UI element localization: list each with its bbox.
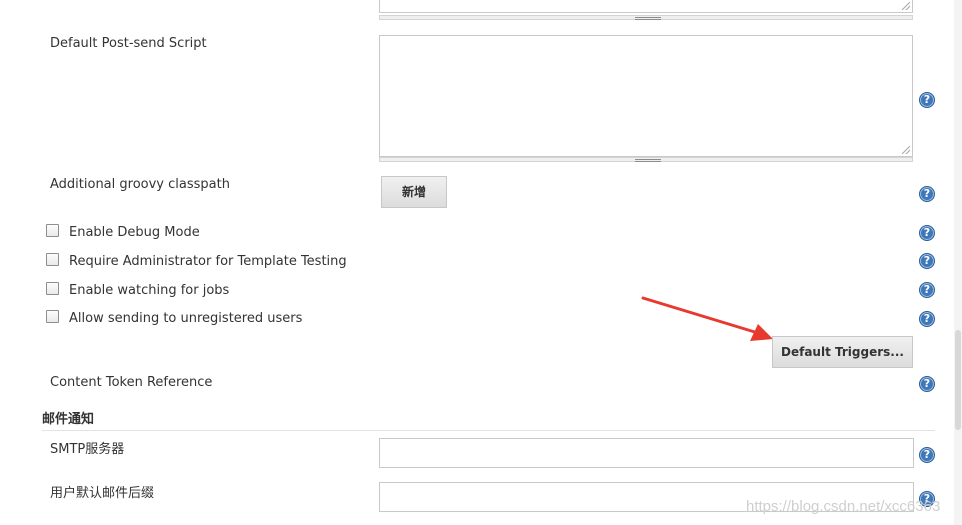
resize-grip-icon[interactable] xyxy=(902,2,910,10)
enable-watching-jobs-label: Enable watching for jobs xyxy=(69,283,230,298)
help-icon[interactable]: ? xyxy=(919,92,935,108)
post-send-script-label: Default Post-send Script xyxy=(50,36,207,51)
require-admin-template-label: Require Administrator for Template Testi… xyxy=(69,254,347,269)
section-divider xyxy=(42,430,935,431)
post-send-script-splitter[interactable] xyxy=(379,157,913,162)
help-icon[interactable]: ? xyxy=(919,282,935,298)
scrollbar-thumb[interactable] xyxy=(955,330,961,430)
red-arrow-annotation xyxy=(641,296,773,341)
enable-debug-mode-label: Enable Debug Mode xyxy=(69,225,200,240)
require-admin-template-checkbox[interactable] xyxy=(46,253,59,266)
mail-section-title: 邮件通知 xyxy=(42,412,95,427)
help-icon[interactable]: ? xyxy=(919,447,935,463)
help-icon[interactable]: ? xyxy=(919,311,935,327)
previous-textarea[interactable] xyxy=(379,0,913,13)
arrow-shaft xyxy=(641,296,760,335)
allow-unregistered-users-checkbox[interactable] xyxy=(46,310,59,323)
splitter-handle-icon xyxy=(635,17,661,20)
help-icon[interactable]: ? xyxy=(919,225,935,241)
default-triggers-button[interactable]: Default Triggers... xyxy=(772,336,913,368)
help-icon[interactable]: ? xyxy=(919,186,935,202)
groovy-classpath-label: Additional groovy classpath xyxy=(50,177,230,192)
smtp-server-label: SMTP服务器 xyxy=(50,442,125,457)
help-icon[interactable]: ? xyxy=(919,253,935,269)
post-send-script-textarea[interactable] xyxy=(379,35,913,157)
smtp-server-input[interactable] xyxy=(379,438,914,468)
add-classpath-button[interactable]: 新增 xyxy=(381,176,447,208)
help-icon[interactable]: ? xyxy=(919,376,935,392)
enable-watching-jobs-checkbox[interactable] xyxy=(46,282,59,295)
watermark-text: https://blog.csdn.net/xcc6363 xyxy=(746,498,941,515)
resize-grip-icon[interactable] xyxy=(902,146,910,154)
splitter-handle-icon xyxy=(635,159,661,162)
content-token-reference-label: Content Token Reference xyxy=(50,375,213,390)
allow-unregistered-users-label: Allow sending to unregistered users xyxy=(69,311,303,326)
enable-debug-mode-checkbox[interactable] xyxy=(46,224,59,237)
previous-textarea-splitter[interactable] xyxy=(379,15,913,20)
page-scrollbar[interactable] xyxy=(954,0,962,525)
default-user-suffix-label: 用户默认邮件后缀 xyxy=(50,486,155,501)
